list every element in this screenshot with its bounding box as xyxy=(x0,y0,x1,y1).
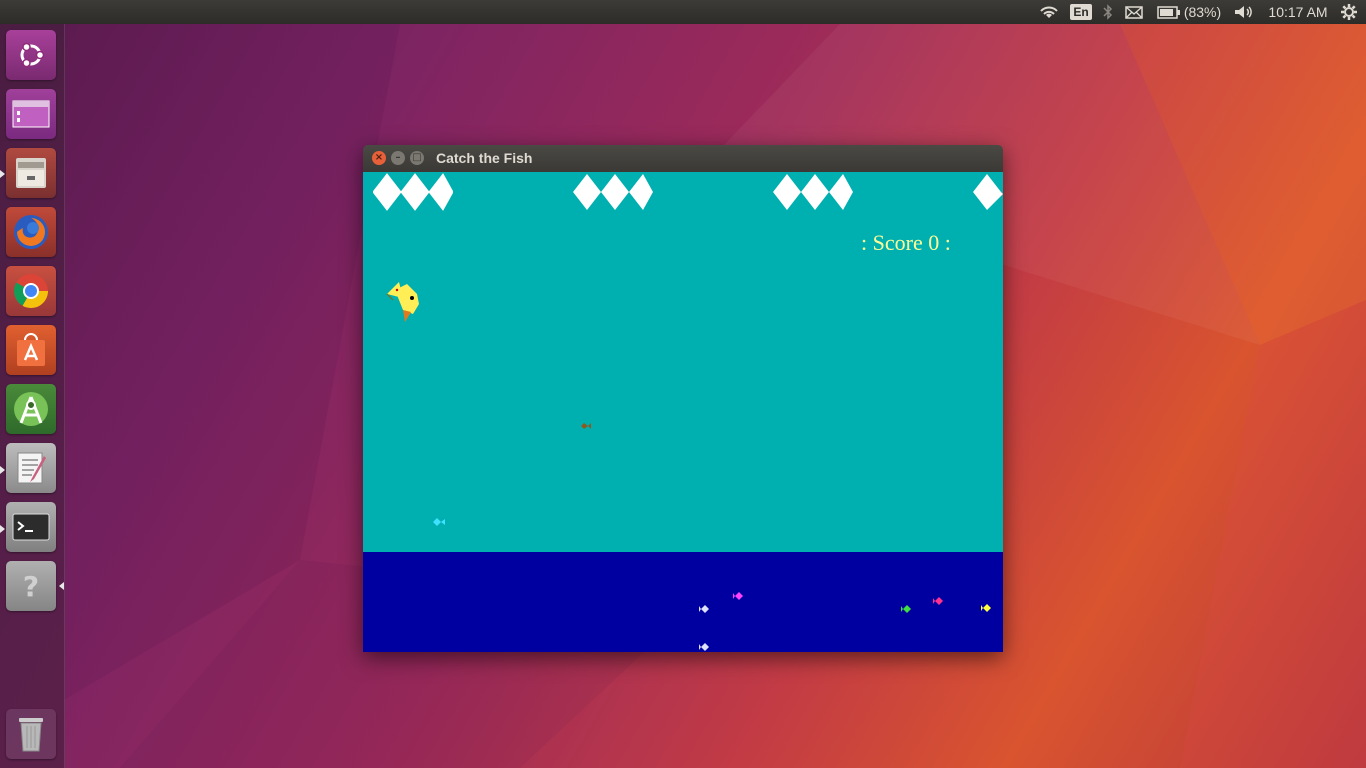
svg-text:?: ? xyxy=(23,570,39,603)
software-center-icon xyxy=(17,333,45,366)
keyboard-layout-label: En xyxy=(1070,4,1092,20)
window-titlebar[interactable]: × – □ Catch the Fish xyxy=(363,145,1003,172)
score-label: : Score 0 : xyxy=(861,230,951,255)
fish-yellow xyxy=(981,604,991,612)
cloud xyxy=(773,174,853,210)
launcher-files[interactable] xyxy=(6,148,56,198)
launcher-software-center[interactable] xyxy=(6,325,56,375)
running-indicator xyxy=(0,525,5,533)
running-indicator xyxy=(0,170,5,178)
running-indicator xyxy=(0,466,5,474)
focus-indicator xyxy=(59,582,64,590)
text-editor-icon xyxy=(17,452,46,484)
bluetooth-icon[interactable] xyxy=(1099,0,1117,24)
clock[interactable]: 10:17 AM xyxy=(1264,0,1332,24)
launcher: ? xyxy=(0,24,65,768)
firefox-icon xyxy=(14,215,48,249)
launcher-chrome[interactable] xyxy=(6,266,56,316)
fish-cyan xyxy=(433,518,445,526)
battery-icon xyxy=(1157,5,1180,19)
help-icon: ? xyxy=(23,570,39,603)
game-sky: : Score 0 : xyxy=(363,172,1003,552)
terminal-icon xyxy=(12,513,50,541)
cloud xyxy=(973,174,1003,210)
launcher-terminal[interactable] xyxy=(6,502,56,552)
bird-player[interactable] xyxy=(385,280,421,322)
launcher-ubuntu-dash[interactable] xyxy=(6,30,56,80)
battery-indicator[interactable]: (83%) xyxy=(1154,0,1224,24)
top-panel: En (83%) 10:17 AM xyxy=(0,0,1366,24)
wifi-icon[interactable] xyxy=(1036,0,1062,24)
window-title: Catch the Fish xyxy=(436,150,533,166)
launcher-trash[interactable] xyxy=(6,709,56,759)
fish-white xyxy=(699,643,709,651)
battery-percent: (83%) xyxy=(1183,4,1222,20)
cloud xyxy=(573,174,653,210)
fish-magenta xyxy=(733,592,743,600)
launcher-firefox[interactable] xyxy=(6,207,56,257)
trash-icon xyxy=(19,718,43,752)
launcher-android-studio[interactable] xyxy=(6,384,56,434)
game-window: × – □ Catch the Fish : Score 0 : xyxy=(363,145,1003,652)
fish-pink xyxy=(933,597,943,605)
launcher-text-editor[interactable] xyxy=(6,443,56,493)
minimize-button[interactable]: – xyxy=(391,151,405,165)
files-cabinet-icon xyxy=(16,158,46,188)
gear-icon[interactable] xyxy=(1338,0,1360,24)
fish-white xyxy=(699,605,709,613)
mail-icon[interactable] xyxy=(1123,0,1145,24)
game-sea xyxy=(363,552,1003,652)
maximize-button[interactable]: □ xyxy=(410,151,424,165)
android-studio-icon xyxy=(14,392,48,426)
launcher-workspace-switcher[interactable] xyxy=(6,89,56,139)
fish-brown xyxy=(581,423,591,429)
fish-green xyxy=(901,605,911,613)
launcher-help[interactable]: ? xyxy=(6,561,56,611)
close-button[interactable]: × xyxy=(372,151,386,165)
workspace-icon xyxy=(12,100,50,128)
keyboard-layout-indicator[interactable]: En xyxy=(1069,0,1093,24)
chrome-icon xyxy=(14,274,48,308)
volume-icon[interactable] xyxy=(1231,0,1257,24)
cloud xyxy=(373,173,453,211)
ubuntu-logo-icon xyxy=(20,42,45,68)
